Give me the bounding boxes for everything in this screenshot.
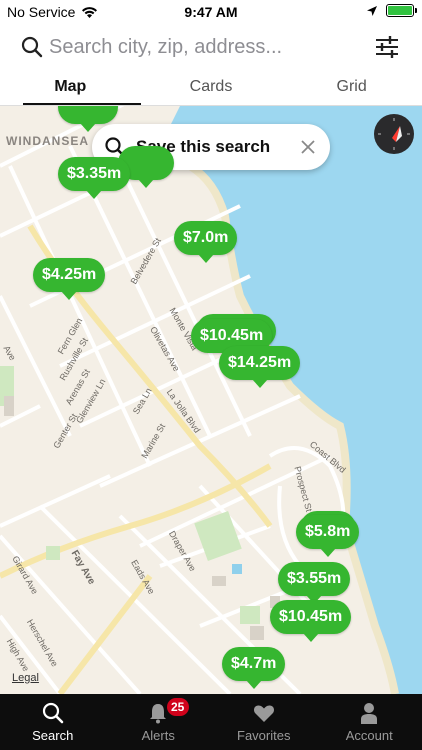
tab-map[interactable]: Map bbox=[0, 72, 141, 106]
battery-level bbox=[388, 6, 412, 15]
compass-icon[interactable] bbox=[374, 114, 414, 154]
search-icon bbox=[21, 36, 43, 58]
heart-icon bbox=[253, 705, 274, 722]
map-view[interactable]: WINDANSEA Belvedere St Fern Glen Rushvil… bbox=[0, 106, 422, 694]
price-pin[interactable]: $3.35m bbox=[58, 157, 131, 199]
price-pin[interactable]: $14.25m bbox=[219, 346, 301, 388]
search-bar[interactable]: Search city, zip, address... bbox=[0, 26, 422, 70]
legal-link[interactable]: Legal bbox=[12, 672, 39, 684]
person-icon bbox=[361, 703, 378, 724]
bottom-tab-account[interactable]: Account bbox=[317, 694, 422, 750]
status-bar: No Service 9:47 AM bbox=[0, 0, 422, 24]
area-label: WINDANSEA bbox=[6, 134, 89, 148]
search-icon bbox=[42, 702, 64, 724]
bottom-tab-alerts[interactable]: 25 Alerts bbox=[106, 694, 212, 750]
price-pin[interactable]: $4.7m bbox=[222, 647, 286, 689]
view-tabs: Map Cards Grid bbox=[0, 72, 422, 106]
battery-icon bbox=[386, 4, 417, 17]
bottom-tab-search[interactable]: Search bbox=[0, 694, 106, 750]
price-pin[interactable]: $4.25m bbox=[33, 258, 106, 300]
bottom-tab-bar: Search 25 Alerts Favorites Account bbox=[0, 694, 422, 750]
close-icon[interactable] bbox=[300, 139, 316, 155]
status-right-group bbox=[366, 4, 417, 17]
tab-cards[interactable]: Cards bbox=[141, 72, 282, 106]
alerts-badge: 25 bbox=[166, 698, 189, 716]
tab-grid[interactable]: Grid bbox=[281, 72, 422, 106]
price-pin-partial[interactable] bbox=[58, 106, 118, 132]
search-input[interactable]: Search city, zip, address... bbox=[49, 36, 282, 59]
bottom-tab-label: Account bbox=[345, 728, 393, 743]
price-pin[interactable]: $10.45m bbox=[270, 600, 352, 642]
buildings bbox=[4, 396, 280, 640]
price-pin[interactable]: $3.55m bbox=[278, 562, 351, 604]
price-pin[interactable]: $7.0m bbox=[174, 221, 238, 263]
price-pin[interactable]: $5.8m bbox=[296, 515, 360, 557]
clock: 9:47 AM bbox=[184, 4, 238, 20]
location-arrow-icon bbox=[367, 5, 377, 16]
bottom-tab-label: Search bbox=[32, 728, 74, 743]
bottom-tab-label: Alerts bbox=[141, 728, 175, 743]
bottom-tab-label: Favorites bbox=[237, 728, 291, 743]
sliders-icon[interactable] bbox=[374, 34, 400, 60]
bottom-tab-favorites[interactable]: Favorites bbox=[211, 694, 317, 750]
